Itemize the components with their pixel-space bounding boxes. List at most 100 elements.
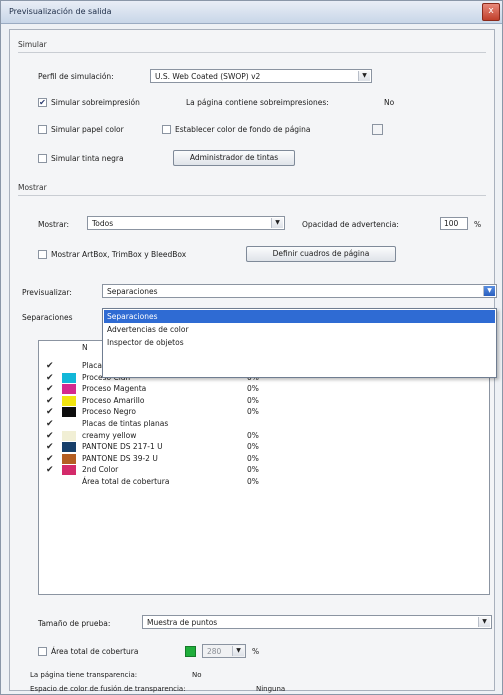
dropdown-option-advertencias[interactable]: Advertencias de color <box>104 323 495 336</box>
output-preview-window: Previsualización de salida x Simular Per… <box>0 0 503 695</box>
tinta-negra-checkbox[interactable] <box>38 154 47 163</box>
separation-row[interactable]: ✔ Proceso Magenta 0% <box>39 383 489 395</box>
separation-name: Área total de cobertura <box>82 477 170 486</box>
separation-coverage: 0% <box>247 453 259 463</box>
separation-name: PANTONE DS 217-1 U <box>82 442 163 452</box>
mostrar-select[interactable]: Todos ▼ <box>87 216 285 230</box>
tinta-negra-label: Simular tinta negra <box>51 154 124 163</box>
main-panel: Simular Perfil de simulación: U.S. Web C… <box>9 29 497 693</box>
separation-color-swatch <box>62 430 76 441</box>
mostrar-value: Todos <box>92 219 114 228</box>
chevron-down-icon: ▼ <box>358 71 370 81</box>
separation-row[interactable]: ✔ Proceso Negro 0% <box>39 406 489 418</box>
tamano-label: Tamaño de prueba: <box>38 619 111 628</box>
previsualizar-dropdown-list: Separaciones Advertencias de color Inspe… <box>102 308 497 378</box>
previsualizar-value: Separaciones <box>107 287 158 296</box>
fondo-checkbox[interactable] <box>162 125 171 134</box>
perfil-select[interactable]: U.S. Web Coated (SWOP) v2 ▼ <box>150 69 372 83</box>
separation-checkbox[interactable]: ✔ <box>46 465 54 475</box>
artbox-checkbox[interactable] <box>38 250 47 259</box>
perfil-label: Perfil de simulación: <box>38 72 114 81</box>
area-total-checkbox[interactable] <box>38 647 47 656</box>
contiene-label: La página contiene sobreimpresiones: <box>186 98 329 107</box>
separation-name: Proceso Negro <box>82 407 137 417</box>
mostrar-label: Mostrar: <box>38 220 70 229</box>
separation-row[interactable]: ✔ PANTONE DS 39-2 U 0% <box>39 453 489 465</box>
separation-coverage: 0% <box>247 465 259 475</box>
separation-coverage: 0% <box>247 477 259 486</box>
tamano-select[interactable]: Muestra de puntos ▼ <box>142 615 492 629</box>
separation-checkbox[interactable]: ✔ <box>46 442 54 452</box>
espacio-label: Espacio de color de fusión de transparen… <box>30 685 186 693</box>
chevron-down-icon: ▼ <box>483 286 495 296</box>
area-total-unit: % <box>252 647 260 656</box>
dropdown-option-inspector[interactable]: Inspector de objetos <box>104 336 495 349</box>
ink-manager-button[interactable]: Administrador de tintas <box>173 150 295 166</box>
area-total-select[interactable]: 280 ▼ <box>202 644 246 658</box>
separation-checkbox[interactable]: ✔ <box>46 419 54 429</box>
papel-color-label: Simular papel color <box>51 125 124 134</box>
sobreimpresion-label: Simular sobreimpresión <box>51 98 140 107</box>
separation-row[interactable]: ✔ Proceso Amarillo 0% <box>39 395 489 407</box>
mostrar-divider <box>18 195 486 196</box>
separation-row[interactable]: ✔ PANTONE DS 217-1 U 0% <box>39 441 489 453</box>
dropdown-option-separaciones[interactable]: Separaciones <box>104 310 495 323</box>
sobreimpresion-checkbox[interactable]: ✔ <box>38 98 47 107</box>
separation-coverage: 0% <box>247 407 259 417</box>
define-page-boxes-button[interactable]: Definir cuadros de página <box>246 246 396 262</box>
separation-checkbox[interactable]: ✔ <box>46 384 54 394</box>
previsualizar-select[interactable]: Separaciones ▼ <box>102 284 497 298</box>
separation-row[interactable]: ✔ Placas de tintas planas <box>39 418 489 430</box>
separation-color-swatch <box>62 465 76 476</box>
separation-name: 2nd Color <box>82 465 119 475</box>
mostrar-section-label: Mostrar <box>18 183 47 192</box>
separation-coverage: 0% <box>247 384 259 394</box>
espacio-value: Ninguna <box>256 685 286 693</box>
separation-color-swatch <box>62 407 76 418</box>
separations-list[interactable]: N ✔Placas de proceso✔Proceso Cian0%✔Proc… <box>38 340 490 595</box>
separation-checkbox[interactable]: ✔ <box>46 431 54 441</box>
separation-coverage: 0% <box>247 395 259 405</box>
separation-name: Placas de tintas planas <box>82 419 169 428</box>
list-header-name: N <box>82 343 88 352</box>
fondo-label: Establecer color de fondo de página <box>175 125 311 134</box>
transparencia-value: No <box>192 671 202 679</box>
transparencia-label: La página tiene transparencia: <box>30 671 138 679</box>
separation-checkbox[interactable]: ✔ <box>46 373 54 383</box>
separation-checkbox[interactable]: ✔ <box>46 407 54 417</box>
tamano-value: Muestra de puntos <box>147 618 218 627</box>
coverage-color-swatch[interactable] <box>185 646 196 657</box>
title-bar[interactable]: Previsualización de salida x <box>1 1 502 24</box>
opacidad-label: Opacidad de advertencia: <box>302 220 399 229</box>
papel-color-checkbox[interactable] <box>38 125 47 134</box>
simular-section-label: Simular <box>18 40 47 49</box>
separaciones-label: Separaciones <box>22 313 73 322</box>
separation-color-swatch <box>62 395 76 406</box>
chevron-down-icon: ▼ <box>478 617 490 627</box>
separation-row[interactable]: ✔ 2nd Color 0% <box>39 464 489 476</box>
chevron-down-icon: ▼ <box>271 218 283 228</box>
background-color-swatch[interactable] <box>372 124 383 135</box>
separation-coverage: 0% <box>247 430 259 440</box>
window-title: Previsualización de salida <box>9 7 112 16</box>
separation-coverage: 0% <box>247 442 259 452</box>
separation-checkbox[interactable]: ✔ <box>46 396 54 406</box>
separation-color-swatch <box>62 372 76 383</box>
contiene-value: No <box>384 98 395 107</box>
previsualizar-label: Previsualizar: <box>22 288 72 297</box>
separation-name: creamy yellow <box>82 430 137 440</box>
area-total-label: Área total de cobertura <box>51 647 139 656</box>
separation-row[interactable]: ✔ creamy yellow 0% <box>39 430 489 442</box>
simular-divider <box>18 52 486 53</box>
separation-name: PANTONE DS 39-2 U <box>82 453 158 463</box>
chevron-down-icon: ▼ <box>232 646 244 656</box>
close-button[interactable]: x <box>482 3 500 21</box>
separation-color-swatch <box>62 384 76 395</box>
separation-color-swatch <box>62 442 76 453</box>
separation-checkbox[interactable]: ✔ <box>46 361 54 371</box>
opacidad-unit: % <box>474 220 482 229</box>
separation-checkbox[interactable]: ✔ <box>46 454 54 464</box>
separation-row[interactable]: Área total de cobertura 0% <box>39 476 489 488</box>
area-total-value: 280 <box>207 647 222 656</box>
opacidad-input[interactable]: 100 <box>440 217 468 230</box>
